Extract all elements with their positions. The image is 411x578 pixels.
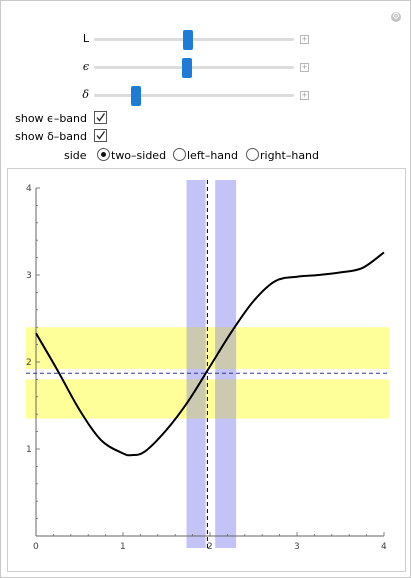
slider-L-label: L — [82, 32, 89, 45]
radio-two-sided-label[interactable]: two–sided — [111, 149, 166, 162]
x-tick-label: 3 — [294, 542, 300, 552]
slider-L-expand-icon[interactable]: + — [300, 35, 309, 44]
slider-delta-thumb[interactable] — [131, 86, 141, 106]
manipulate-panel: ⚙ L + ϵ + δ + show ϵ–band show δ–band si… — [0, 0, 411, 578]
band-overlap-3 — [215, 379, 237, 419]
show-epsilon-band-checkbox[interactable] — [94, 111, 107, 124]
slider-L-thumb[interactable] — [183, 30, 193, 50]
show-epsilon-band-label: show ϵ–band — [15, 112, 87, 125]
checkmark-icon — [96, 131, 106, 140]
slider-epsilon-label: ϵ — [82, 60, 89, 73]
side-label: side — [64, 149, 87, 162]
side-radio-group: side two–sided left–hand right–hand — [1, 148, 411, 164]
x-tick-label: 4 — [381, 542, 387, 552]
radio-two-sided[interactable] — [97, 148, 110, 161]
radio-left-hand-label[interactable]: left–hand — [187, 149, 238, 162]
y-tick-label: 3 — [26, 271, 32, 281]
x-tick-label: 1 — [120, 542, 126, 552]
radio-right-hand-label[interactable]: right–hand — [260, 149, 319, 162]
y-tick-label: 4 — [26, 184, 32, 194]
slider-delta-track[interactable] — [94, 86, 294, 106]
slider-delta-label: δ — [82, 88, 89, 101]
radio-left-hand[interactable] — [173, 148, 186, 161]
options-gear-icon[interactable]: ⚙ — [391, 12, 401, 22]
show-delta-band-checkbox[interactable] — [94, 129, 107, 142]
checkmark-icon — [96, 113, 106, 122]
epsilon-delta-plot: 0 1 2 3 41234 — [26, 180, 389, 552]
slider-epsilon-row: ϵ + — [1, 58, 321, 78]
band-overlap-0 — [186, 327, 206, 369]
y-tick-label: 2 — [26, 358, 32, 368]
show-delta-band-label: show δ–band — [15, 130, 87, 143]
slider-delta-expand-icon[interactable]: + — [300, 91, 309, 100]
slider-L-row: L + — [1, 30, 321, 50]
show-delta-band-row: show δ–band — [1, 129, 411, 145]
plot-frame: 012341234 — [7, 168, 406, 572]
y-tick-label: 1 — [26, 445, 32, 455]
slider-delta-row: δ + — [1, 86, 321, 106]
slider-epsilon-track[interactable] — [94, 58, 294, 78]
radio-right-hand[interactable] — [246, 148, 259, 161]
slider-epsilon-thumb[interactable] — [182, 58, 192, 78]
slider-epsilon-expand-icon[interactable]: + — [300, 63, 309, 72]
x-tick-label: 0 — [33, 542, 39, 552]
band-overlap-1 — [215, 327, 237, 369]
slider-L-track[interactable] — [94, 30, 294, 50]
show-epsilon-band-row: show ϵ–band — [1, 111, 411, 127]
